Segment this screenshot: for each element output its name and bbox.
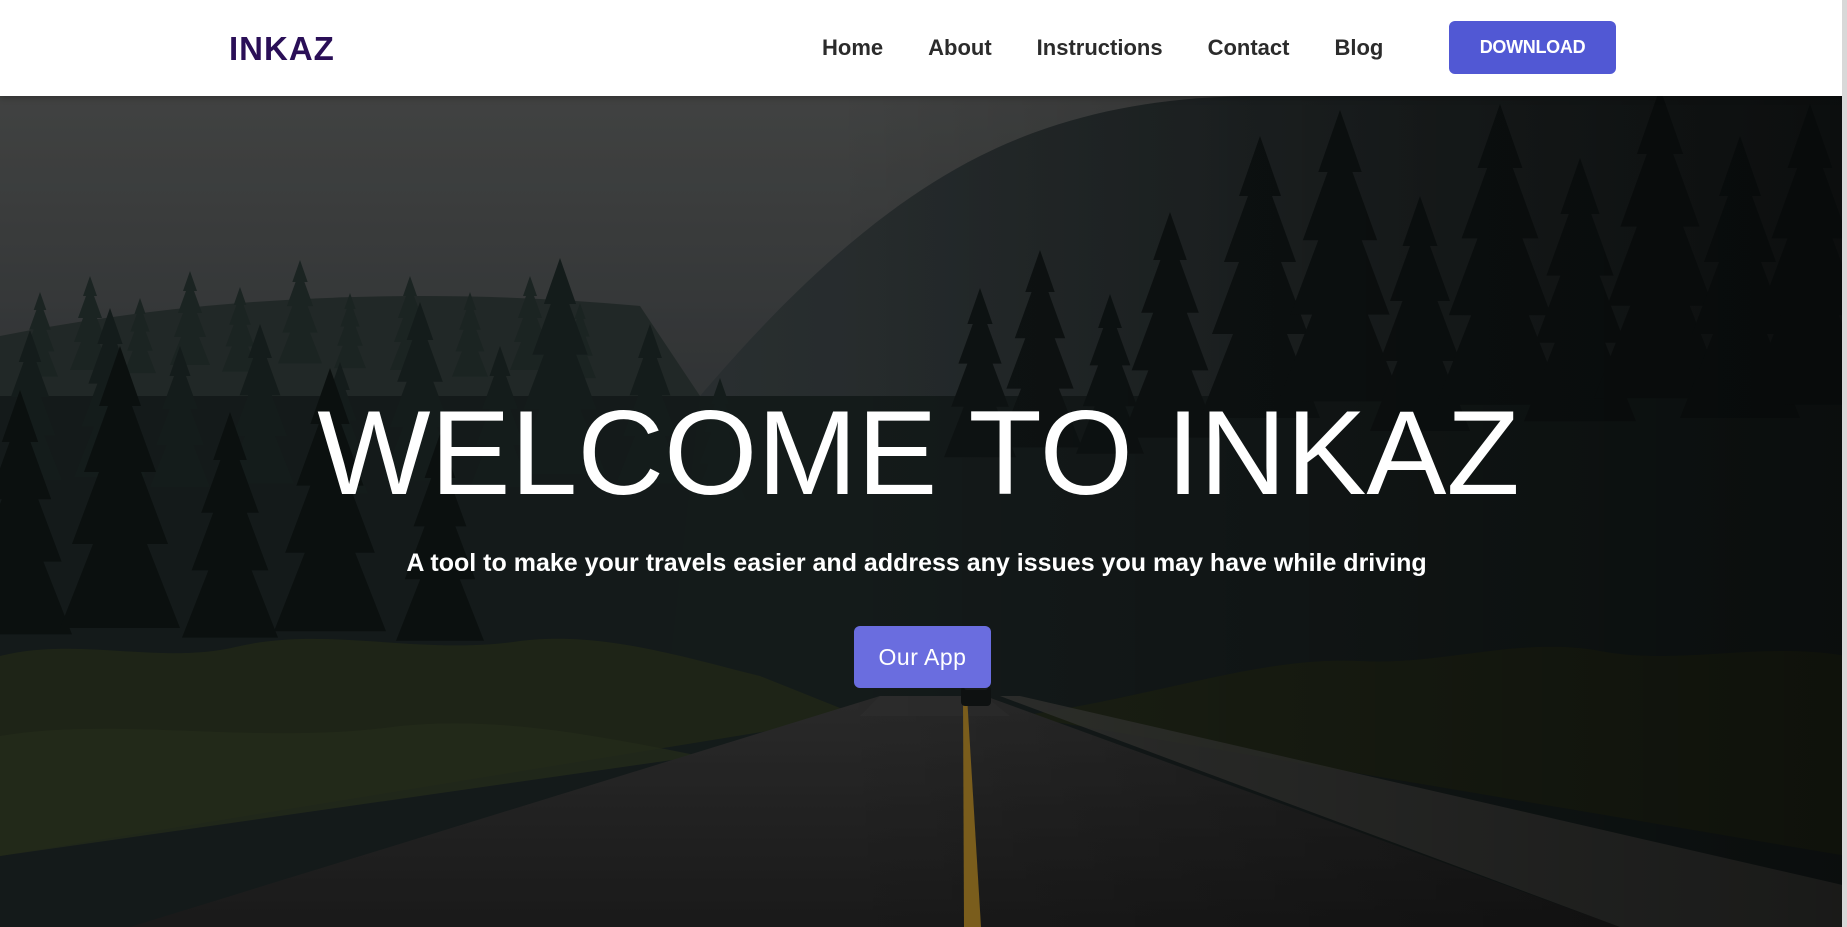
hero-subtitle: A tool to make your travels easier and a… (406, 549, 1427, 577)
top-navbar: INKAZ Home About Instructions Contact Bl… (0, 0, 1847, 96)
nav-link-instructions[interactable]: Instructions (1037, 35, 1163, 61)
page-edge-divider (1842, 0, 1847, 927)
our-app-button[interactable]: Our App (854, 626, 991, 688)
nav-link-about[interactable]: About (928, 35, 992, 61)
hero-section: WELCOME TO INKAZ A tool to make your tra… (0, 96, 1847, 927)
nav-link-contact[interactable]: Contact (1208, 35, 1290, 61)
brand-logo[interactable]: INKAZ (229, 30, 335, 68)
nav-links: Home About Instructions Contact Blog (822, 0, 1428, 96)
hero-title: WELCOME TO INKAZ (317, 386, 1520, 520)
download-button[interactable]: DOWNLOAD (1449, 21, 1616, 74)
nav-link-blog[interactable]: Blog (1334, 35, 1383, 61)
nav-link-home[interactable]: Home (822, 35, 883, 61)
